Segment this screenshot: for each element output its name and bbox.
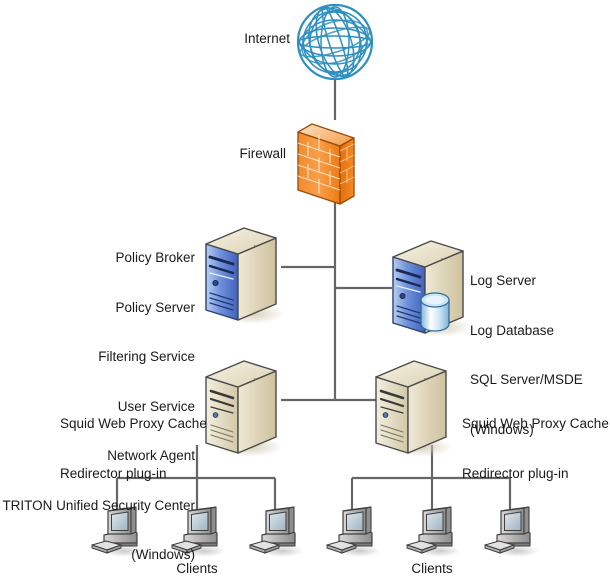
label-line: Policy Broker — [115, 250, 195, 265]
database-icon — [420, 292, 450, 332]
label-clients-right: Clients — [411, 561, 453, 576]
clients-right-group — [326, 506, 540, 558]
globe-icon — [296, 3, 374, 81]
label-internet: Internet — [244, 31, 290, 46]
server-blue-icon-policy — [204, 226, 284, 326]
label-line: Squid Web Proxy Cache — [462, 416, 609, 431]
server-blue-database-icon-log — [391, 239, 471, 339]
label-line: Squid Web Proxy Cache — [60, 416, 207, 431]
server-beige-icon-proxy-right — [374, 359, 454, 459]
label-line: Filtering Service — [98, 349, 195, 364]
label-proxy-left: Squid Web Proxy Cache Redirector plug-in — [60, 383, 210, 499]
label-line: Log Server — [470, 273, 537, 288]
label-line: Redirector plug-in — [462, 465, 569, 481]
label-line: TRITON Unified Security Center — [2, 497, 195, 513]
label-line: Policy Server — [115, 299, 195, 315]
label-clients-left: Clients — [176, 561, 218, 576]
label-line: Redirector plug-in — [60, 465, 167, 481]
label-firewall: Firewall — [239, 146, 286, 161]
label-line: Log Database — [470, 322, 555, 338]
label-proxy-right: Squid Web Proxy Cache Redirector plug-in — [462, 383, 610, 499]
server-beige-icon-proxy-left — [204, 359, 284, 459]
firewall-brick-icon — [297, 123, 355, 205]
